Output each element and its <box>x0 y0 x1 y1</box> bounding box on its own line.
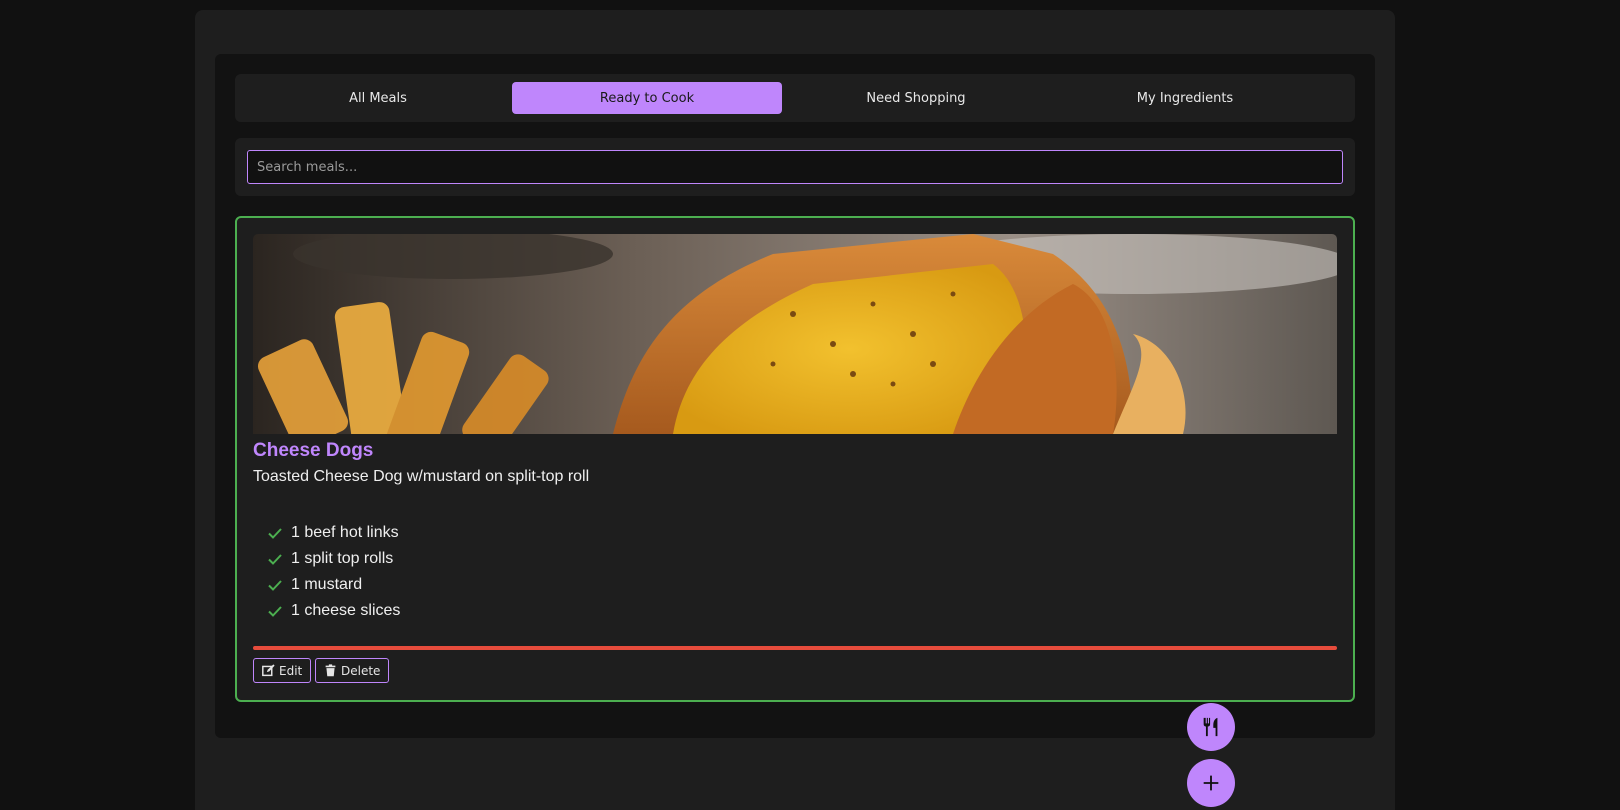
filter-tabs: All Meals Ready to Cook Need Shopping My… <box>235 74 1355 122</box>
utensils-icon <box>1203 717 1218 737</box>
trash-icon <box>325 664 336 677</box>
plus-icon <box>1203 775 1219 791</box>
delete-button[interactable]: Delete <box>315 658 390 683</box>
ingredient-text: 1 cheese slices <box>291 602 401 619</box>
edit-button[interactable]: Edit <box>253 658 312 683</box>
tab-ready-to-cook[interactable]: Ready to Cook <box>512 82 782 114</box>
check-icon <box>268 580 282 591</box>
ingredient-text: 1 mustard <box>291 576 363 593</box>
search-bar <box>235 138 1355 196</box>
meal-description: Toasted Cheese Dog w/mustard on split-to… <box>253 468 590 485</box>
ingredient-list: 1 beef hot links 1 split top rolls 1 mus… <box>267 520 400 624</box>
progress-fill <box>253 646 1337 650</box>
list-item: 1 cheese slices <box>267 598 400 624</box>
edit-icon <box>262 664 275 677</box>
meal-title: Cheese Dogs <box>253 440 374 461</box>
tab-my-ingredients[interactable]: My Ingredients <box>1050 82 1320 114</box>
list-item: 1 split top rolls <box>267 546 400 572</box>
check-icon <box>268 606 282 617</box>
ingredient-progress-bar <box>253 646 1337 650</box>
add-meal-fab-button[interactable] <box>1187 759 1235 807</box>
delete-label: Delete <box>341 663 381 678</box>
meal-image <box>253 234 1337 434</box>
meals-fab-button[interactable] <box>1187 703 1235 751</box>
tab-all-meals[interactable]: All Meals <box>243 82 513 114</box>
cheese-dog-photo <box>253 234 1337 434</box>
search-input[interactable] <box>247 150 1343 184</box>
ingredient-text: 1 split top rolls <box>291 550 394 567</box>
tab-need-shopping[interactable]: Need Shopping <box>781 82 1051 114</box>
list-item: 1 mustard <box>267 572 400 598</box>
ingredient-text: 1 beef hot links <box>291 524 399 541</box>
edit-label: Edit <box>279 663 303 678</box>
list-item: 1 beef hot links <box>267 520 400 546</box>
meal-card: Cheese Dogs Toasted Cheese Dog w/mustard… <box>235 216 1355 702</box>
check-icon <box>268 554 282 565</box>
check-icon <box>268 528 282 539</box>
